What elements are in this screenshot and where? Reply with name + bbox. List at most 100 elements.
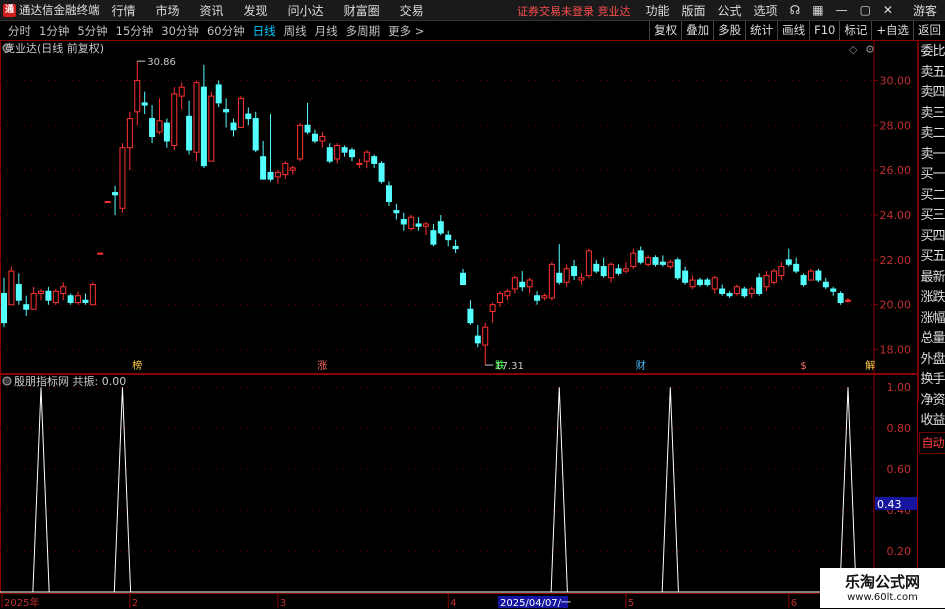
candle-up — [845, 299, 851, 302]
menu-news[interactable]: 资讯 — [200, 2, 224, 19]
tab-60min[interactable]: 60分钟 — [207, 23, 245, 39]
headset-icon[interactable]: ☊ — [790, 3, 801, 17]
candle-down — [837, 293, 844, 303]
side-change-pct[interactable]: 涨幅 — [919, 309, 945, 330]
candle-down — [15, 284, 22, 301]
kline-chart[interactable]: 30.00 28.00 26.00 24.00 22.00 20.00 18.00 1.00 0… — [0, 40, 918, 609]
side-buy3[interactable]: 买三 — [919, 206, 945, 227]
candle-up — [504, 290, 511, 297]
side-buy5[interactable]: 买五 — [919, 247, 945, 268]
tab-30min[interactable]: 30分钟 — [161, 23, 199, 39]
side-weibi[interactable]: 委比 — [919, 42, 945, 63]
candle-down — [378, 162, 385, 182]
close-icon[interactable]: ✕ — [883, 3, 893, 17]
side-change[interactable]: 涨跌 — [919, 288, 945, 309]
side-sell1[interactable]: 卖一 — [919, 145, 945, 166]
candle-down — [163, 122, 170, 142]
f10-button[interactable]: F10 — [809, 21, 839, 40]
draw-button[interactable]: 画线 — [777, 21, 809, 40]
menu-trade[interactable]: 交易 — [400, 2, 424, 19]
tab-15min[interactable]: 15分钟 — [116, 23, 154, 39]
minimize-icon[interactable]: — — [836, 3, 848, 17]
mark-button[interactable]: 标记 — [839, 21, 871, 40]
menu-formula[interactable]: 公式 — [718, 2, 742, 19]
tab-5min[interactable]: 5分钟 — [77, 23, 107, 39]
side-sell2[interactable]: 卖二 — [919, 124, 945, 145]
price-tick-label: 22.00 — [880, 254, 912, 267]
menu-ask[interactable]: 问小达 — [288, 2, 324, 19]
side-sell3[interactable]: 卖三 — [919, 104, 945, 125]
side-outer[interactable]: 外盘 — [919, 350, 945, 371]
candle-up — [608, 263, 615, 279]
tab-monthly[interactable]: 月线 — [315, 23, 338, 39]
stats-button[interactable]: 统计 — [745, 21, 777, 40]
side-buy1[interactable]: 买一 — [919, 165, 945, 186]
login-notice[interactable]: 证券交易未登录 竞业达 — [517, 3, 631, 19]
tab-timeshare[interactable]: 分时 — [8, 23, 31, 39]
candle-up — [274, 171, 281, 178]
price-tick-label: 20.00 — [880, 299, 912, 312]
menu-wealth[interactable]: 财富圈 — [344, 2, 380, 19]
candle-down — [200, 86, 207, 167]
menu-function[interactable]: 功能 — [646, 2, 670, 19]
menu-quote[interactable]: 行情 — [112, 2, 136, 19]
candle-up — [89, 284, 96, 306]
side-volume[interactable]: 总量 — [919, 329, 945, 350]
candle-up — [208, 95, 215, 162]
candle-down — [726, 293, 733, 297]
candle-down — [341, 147, 348, 153]
menu-market[interactable]: 市场 — [156, 2, 180, 19]
candle-up — [511, 277, 518, 290]
candle-down — [615, 268, 622, 274]
indicator-tick-label: 0.60 — [887, 463, 912, 476]
side-buy4[interactable]: 买四 — [919, 227, 945, 248]
candle-up — [667, 261, 674, 268]
side-sell4[interactable]: 卖四 — [919, 83, 945, 104]
candle-up — [104, 201, 111, 204]
candle-down — [652, 257, 659, 265]
candle-down — [741, 288, 748, 297]
back-button[interactable]: 返回 — [913, 21, 945, 40]
candle-down — [674, 259, 681, 279]
side-sell5[interactable]: 卖五 — [919, 63, 945, 84]
tab-daily[interactable]: 日线 — [253, 23, 276, 39]
tab-1min[interactable]: 1分钟 — [39, 23, 69, 39]
menu-options[interactable]: 选项 — [754, 2, 778, 19]
candle-up — [297, 124, 304, 160]
add-watchlist-button[interactable]: +自选 — [871, 21, 913, 40]
candle-up — [622, 268, 629, 272]
indicator-spike — [550, 387, 568, 593]
candle-down — [682, 270, 689, 283]
candle-down — [393, 210, 400, 214]
menu-layout[interactable]: 版面 — [682, 2, 706, 19]
tab-more[interactable]: 更多 > — [388, 23, 424, 39]
side-last[interactable]: 最新 — [919, 268, 945, 289]
candle-up — [237, 97, 244, 129]
date-tick-label: 3 — [280, 598, 286, 609]
candle-down — [437, 221, 444, 234]
indicator-spike — [32, 387, 50, 593]
grid-icon[interactable]: ▦ — [812, 3, 823, 17]
candle-down — [822, 281, 829, 288]
user-label[interactable]: 游客 — [913, 2, 937, 19]
candle-up — [563, 268, 570, 283]
candle-up — [334, 144, 341, 160]
candle-down — [1, 293, 7, 324]
date-tick-label: 6 — [791, 598, 797, 609]
restore-icon[interactable]: ▢ — [860, 3, 871, 17]
auto-toggle[interactable]: 自动 — [919, 431, 945, 454]
candle-down — [704, 279, 711, 286]
side-nav[interactable]: 净资 — [919, 391, 945, 412]
adjust-button[interactable]: 复权 — [649, 21, 681, 40]
tab-weekly[interactable]: 周线 — [284, 23, 307, 39]
side-eps[interactable]: 收益 — [919, 411, 945, 432]
side-turnover[interactable]: 换手 — [919, 370, 945, 391]
side-buy2[interactable]: 买二 — [919, 186, 945, 207]
indicator-label: 殷朋指标网 共振: 0.00 — [14, 374, 126, 388]
multi-stock-button[interactable]: 多股 — [713, 21, 745, 40]
tab-multi-period[interactable]: 多周期 — [346, 23, 381, 39]
overlay-button[interactable]: 叠加 — [681, 21, 713, 40]
menu-discover[interactable]: 发现 — [244, 2, 268, 19]
candle-up — [178, 86, 185, 97]
candle-down — [223, 109, 230, 113]
